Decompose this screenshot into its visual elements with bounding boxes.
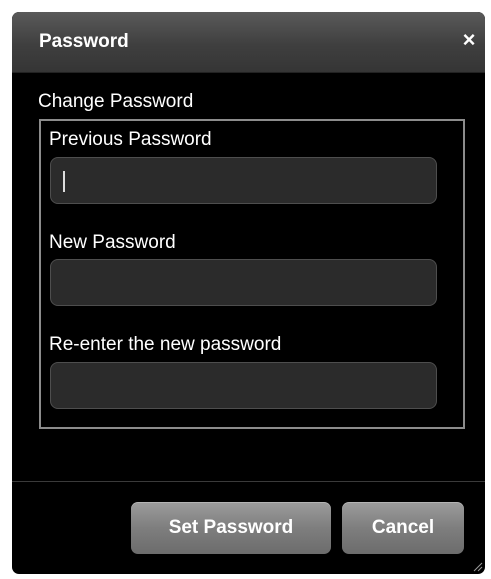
set-password-button[interactable]: Set Password <box>131 502 331 554</box>
confirm-password-input[interactable] <box>50 362 437 409</box>
cancel-label: Cancel <box>371 517 435 538</box>
text-caret <box>63 171 65 192</box>
previous-password-input[interactable] <box>50 157 437 204</box>
dialog-title: Password <box>39 31 129 52</box>
fieldset-legend: Change Password <box>38 91 194 112</box>
footer-divider <box>12 481 485 482</box>
close-icon[interactable]: × <box>458 29 480 51</box>
resize-grip-icon[interactable] <box>471 560 483 572</box>
cancel-button[interactable]: Cancel <box>342 502 464 554</box>
set-password-label: Set Password <box>168 517 294 538</box>
password-dialog: Password × Change Password Previous Pass… <box>12 12 485 574</box>
previous-password-label: Previous Password <box>49 129 212 150</box>
new-password-label: New Password <box>49 232 176 253</box>
dialog-titlebar[interactable]: Password × <box>12 12 485 73</box>
confirm-password-label: Re-enter the new password <box>49 334 282 355</box>
new-password-input[interactable] <box>50 259 437 306</box>
